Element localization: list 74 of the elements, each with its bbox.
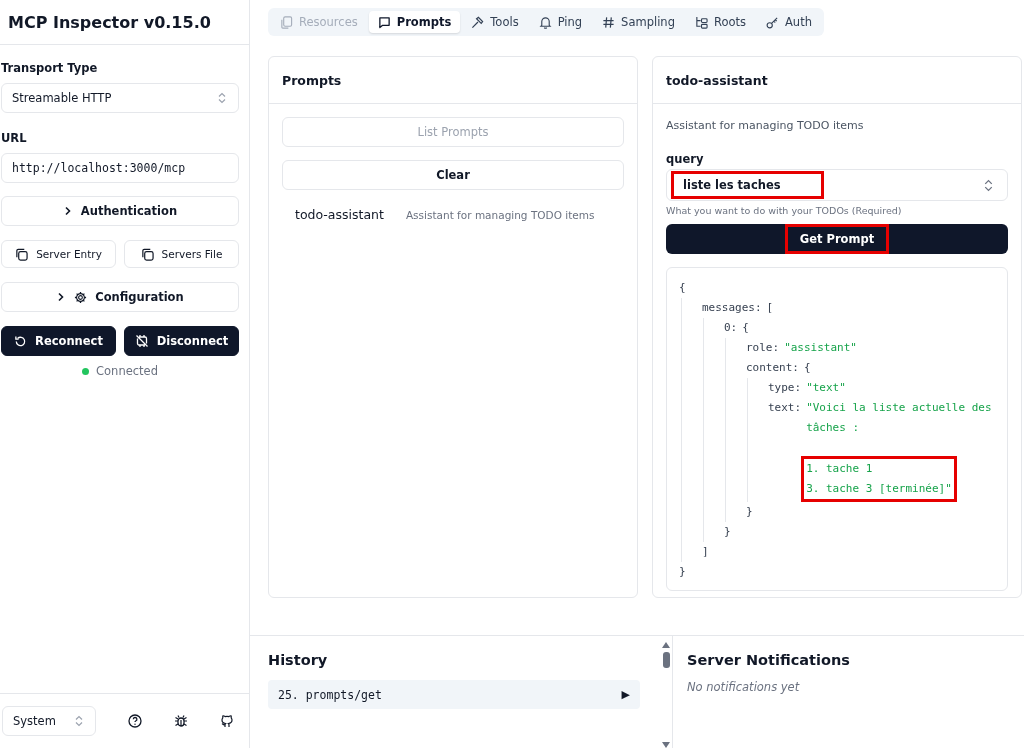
tab[interactable]: Ping xyxy=(529,11,592,33)
gear-icon xyxy=(74,290,88,304)
json-bracket: ] xyxy=(702,544,709,560)
field-label: Transport Type xyxy=(1,61,99,75)
configuration-button[interactable]: Configuration xyxy=(1,282,239,312)
chevron-up-down-icon xyxy=(75,715,83,727)
cat-icon[interactable] xyxy=(220,714,234,728)
json-bracket: } xyxy=(679,564,686,580)
section-title: History xyxy=(268,652,329,668)
json-value: 1. tache 1 xyxy=(806,461,874,477)
field-label: query xyxy=(666,152,704,166)
prompt-description: Assistant for managing TODO items xyxy=(405,208,595,221)
history-item[interactable]: 25. prompts/get ▶ xyxy=(268,680,640,709)
json-bracket: } xyxy=(724,524,731,540)
prompt-description: Assistant for managing TODO items xyxy=(666,119,865,132)
json-bracket: } xyxy=(746,504,753,520)
reconnect-button[interactable]: Reconnect xyxy=(1,326,116,356)
json-key: 0: xyxy=(724,318,738,338)
help-icon[interactable] xyxy=(128,714,142,728)
json-value: "Voici la liste actuelle des tâches : xyxy=(806,400,992,436)
scrollbar[interactable] xyxy=(660,636,673,748)
panel-title: Prompts xyxy=(282,72,342,88)
json-key: content: xyxy=(746,358,799,378)
json-bracket: { xyxy=(742,320,749,336)
json-value: "text" xyxy=(806,380,847,396)
query-input-field[interactable]: liste les taches xyxy=(666,169,1008,201)
hash-icon xyxy=(602,15,616,29)
field-hint: What you want to do with your TODOs (Required) xyxy=(666,205,903,216)
disconnect-button[interactable]: Disconnect xyxy=(124,326,239,356)
scroll-up-arrow-icon[interactable] xyxy=(662,642,670,648)
tab[interactable]: Prompts xyxy=(368,11,461,33)
hammer-icon xyxy=(471,15,485,29)
servers-file-button[interactable]: Servers File xyxy=(124,240,239,268)
get-prompt-button[interactable]: Get Prompt xyxy=(666,224,1008,254)
json-bracket: [ xyxy=(766,300,774,316)
bell-icon xyxy=(538,15,552,29)
folder-tree-icon xyxy=(694,15,708,29)
json-key: text: xyxy=(768,398,802,502)
chevron-up-down-icon xyxy=(218,92,226,104)
key-icon xyxy=(766,15,779,29)
server-entry-button[interactable]: Server Entry xyxy=(1,240,116,268)
json-value: "assistant" xyxy=(784,340,858,356)
tab[interactable]: Roots xyxy=(685,11,755,33)
scroll-down-arrow-icon[interactable] xyxy=(662,742,670,748)
copy-icon xyxy=(140,247,154,261)
field-label: URL xyxy=(1,131,28,145)
prompt-name[interactable]: todo-assistant xyxy=(295,207,384,222)
json-bracket: { xyxy=(804,360,811,376)
empty-message: No notifications yet xyxy=(687,680,801,694)
chevron-up-down-icon xyxy=(984,178,993,192)
unplug-icon xyxy=(134,334,149,348)
scrollbar-thumb[interactable] xyxy=(662,652,670,668)
json-key: messages: xyxy=(702,298,762,318)
app-title: MCP Inspector v0.15.0 xyxy=(8,12,211,32)
transport-select[interactable]: Streamable HTTP xyxy=(1,83,239,113)
tab[interactable]: Sampling xyxy=(593,11,684,33)
json-bracket: { xyxy=(679,280,686,296)
json-value: 3. tache 3 [terminée]" xyxy=(806,481,952,497)
tab[interactable]: Tools xyxy=(462,11,528,33)
theme-select[interactable]: System xyxy=(2,706,96,736)
json-key: role: xyxy=(746,338,780,358)
connection-status: Connected xyxy=(96,364,158,378)
copy-icon xyxy=(280,15,293,29)
panel-title: todo-assistant xyxy=(666,72,768,88)
url-input-field[interactable]: http://localhost:3000/mcp xyxy=(1,153,239,183)
clear-button[interactable]: Clear xyxy=(282,160,624,190)
refresh-icon xyxy=(14,334,28,348)
message-icon xyxy=(377,15,391,29)
authentication-button[interactable]: Authentication xyxy=(1,196,239,226)
bug-icon[interactable] xyxy=(174,714,188,728)
copy-icon xyxy=(15,247,29,261)
tab[interactable]: Auth xyxy=(757,11,821,33)
section-title: Server Notifications xyxy=(687,652,851,668)
json-key: type: xyxy=(768,378,802,398)
